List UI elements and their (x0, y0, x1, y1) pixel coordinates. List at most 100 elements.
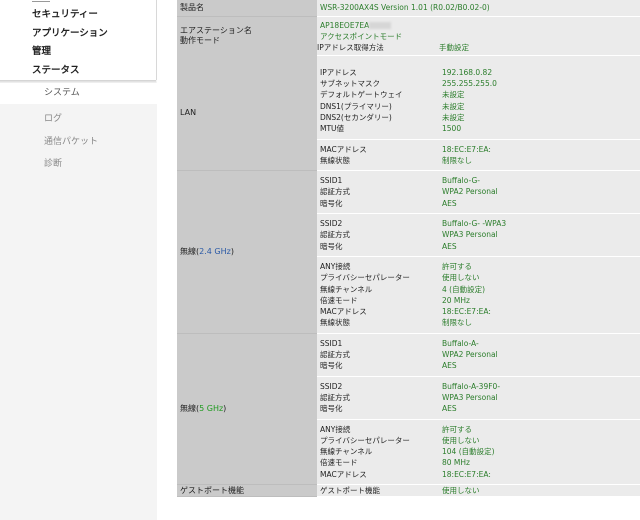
guest-label: ゲストポート機能 (177, 484, 317, 498)
table-row-product: 製品名 WSR-3200AX4S Version 1.01 (R0.02/B0.… (177, 0, 640, 17)
lan-values: IPアドレス 192.168.0.82 サブネットマスク 255.255.255.0 デ… (317, 55, 640, 172)
table-row-station: エアステーション名 動作モード AP18EOE7EA アクセスポイントモード I… (177, 16, 640, 56)
field-key: 認証方式 (320, 350, 350, 360)
field-value: 80 MHz (442, 458, 470, 468)
guest-rows: ゲストポート機能 使用しない (317, 485, 640, 496)
field-key: 暗号化 (320, 241, 343, 251)
field-key: ANY接続 (320, 424, 351, 434)
field-value: WPA2 Personal (442, 187, 498, 197)
field-key: IPアドレス (320, 67, 357, 77)
field-value: Buffalo-A-39F0- (442, 381, 501, 391)
field-key: プライバシーセパレーター (320, 435, 410, 445)
field-value: AES (442, 198, 457, 208)
field-value: 未設定 (442, 101, 465, 111)
row-value: AP18EOE7EA アクセスポイントモード IPアドレス取得方法 手動設定 (317, 16, 640, 56)
field-value: 192.168.0.82 (442, 67, 493, 77)
field-key: 暗号化 (320, 198, 343, 208)
w24-values: SSID1 Buffalo-G- 認証方式 WPA2 Personal 暗号化 AES S… (317, 170, 640, 334)
field-value: 使用しない (442, 273, 480, 283)
w24-ssid1: SSID1 Buffalo-G- 認証方式 WPA2 Personal 暗号化 AES (317, 171, 640, 215)
w24-ssid2: SSID2 Buffalo-G- -WPA3 認証方式 WPA3 Personal 暗号… (317, 214, 640, 257)
sidebar-shadow (0, 80, 156, 83)
field-value: WPA3 Personal (442, 230, 498, 240)
field-key: 無線状態 (320, 318, 350, 328)
field-key: デフォルトゲートウェイ (320, 90, 403, 100)
field-value: 18:EC:E7:EA: (442, 144, 491, 154)
sidebar-subitem-diagnosis[interactable]: 診断 (0, 153, 157, 176)
field-value: 制限なし (442, 155, 472, 165)
redaction (369, 22, 392, 29)
field-value: 20 MHz (442, 295, 470, 305)
field-key: 倍速モード (320, 295, 358, 305)
field-key: 無線状態 (320, 155, 350, 165)
mode-label: 動作モード (180, 35, 220, 45)
table-row-guest: ゲストポート機能 ゲストポート機能 使用しない (177, 484, 640, 498)
field-key: MTU値 (320, 124, 345, 134)
field-value: AES (442, 361, 457, 371)
w24-common: ANY接続 許可する プライバシーセパレーター 使用しない 無線チャンネル 4 (自動設定… (317, 257, 640, 333)
field-key: SSID2 (320, 381, 343, 391)
field-key: 暗号化 (320, 361, 343, 371)
field-value: 許可する (442, 261, 472, 271)
row-label: 製品名 (177, 0, 317, 17)
sidebar-subitem-log[interactable]: ログ (0, 108, 157, 131)
field-key: サブネットマスク (320, 79, 380, 89)
table-row-wireless-5: 無線(5 GHz) SSID1 Buffalo-A- 認証方式 WPA2 Person… (177, 333, 640, 486)
field-value: Buffalo-A- (442, 338, 479, 348)
lan-group-1: IPアドレス 192.168.0.82 サブネットマスク 255.255.255.0 デ… (317, 56, 640, 140)
sidebar-subitem-packets[interactable]: 通信パケット (0, 131, 157, 154)
field-key: 認証方式 (320, 187, 350, 197)
row-value: WSR-3200AX4S Version 1.01 (R0.02/B0.02-0… (317, 0, 640, 17)
lan-label: LAN (177, 55, 317, 172)
ip-method-row: IPアドレス取得方法 手動設定 (317, 42, 640, 53)
field-value: Buffalo-G- (442, 176, 480, 186)
field-key: MACアドレス (320, 144, 367, 154)
station-value: AP18EOE7EA (317, 20, 640, 31)
status-table: 製品名 WSR-3200AX4S Version 1.01 (R0.02/B0.… (177, 0, 640, 498)
field-key: 無線チャンネル (320, 447, 373, 457)
table-row-wireless-24: 無線(2.4 GHz) SSID1 Buffalo-G- 認証方式 WPA2 Pers… (177, 170, 640, 334)
w5-ssid1: SSID1 Buffalo-A- 認証方式 WPA2 Personal 暗号化 AES (317, 334, 640, 377)
field-value: 使用しない (442, 435, 480, 445)
table-row-lan: LAN IPアドレス 192.168.0.82 サブネットマスク 255.255.25… (177, 55, 640, 172)
sidebar-item-admin[interactable]: 管理 (0, 43, 156, 62)
mode-value: アクセスポイントモード (320, 31, 403, 41)
sidebar-item-security[interactable]: セキュリティー (0, 6, 156, 25)
field-key: 認証方式 (320, 392, 350, 402)
field-value: 4 (自動設定) (442, 284, 486, 294)
sidebar-item-application[interactable]: アプリケーション (0, 25, 156, 44)
w24-label: 無線(2.4 GHz) (177, 170, 317, 334)
field-value: AES (442, 404, 457, 414)
w5-ssid2: SSID2 Buffalo-A-39F0- 認証方式 WPA3 Personal 暗号化… (317, 377, 640, 420)
row-label: エアステーション名 動作モード (177, 16, 317, 56)
field-value: WPA3 Personal (442, 392, 498, 402)
field-key: 暗号化 (320, 404, 343, 414)
sidebar-item-status[interactable]: ステータス (0, 62, 156, 81)
field-value: WPA2 Personal (442, 350, 498, 360)
field-key: MACアドレス (320, 469, 367, 479)
field-value: 18:EC:E7:EA: (442, 469, 491, 479)
sidebar-divider (0, 0, 156, 6)
field-key: ゲストポート機能 (320, 486, 380, 495)
ip-method-value: 手動設定 (439, 42, 469, 52)
field-value: 未設定 (442, 90, 465, 100)
field-value: 104 (自動設定) (442, 447, 495, 457)
field-value: AES (442, 241, 457, 251)
w5-label: 無線(5 GHz) (177, 333, 317, 486)
field-value: 未設定 (442, 112, 465, 122)
sidebar-subitem-system[interactable]: システム (0, 83, 157, 104)
field-key: 認証方式 (320, 230, 350, 240)
w5-values: SSID1 Buffalo-A- 認証方式 WPA2 Personal 暗号化 AES S… (317, 333, 640, 486)
field-key: DNS2(セカンダリー) (320, 112, 392, 122)
main-content: 製品名 WSR-3200AX4S Version 1.01 (R0.02/B0.… (157, 0, 640, 520)
field-key: 倍速モード (320, 458, 358, 468)
field-key: MACアドレス (320, 307, 367, 317)
field-value: 制限なし (442, 318, 472, 328)
field-value: 許可する (442, 424, 472, 434)
field-value: 1500 (442, 124, 462, 134)
field-value: 使用しない (442, 486, 480, 495)
field-key: プライバシーセパレーター (320, 273, 410, 283)
field-key: SSID2 (320, 219, 343, 229)
field-value: 18:EC:E7:EA: (442, 307, 491, 317)
sidebar: セキュリティー アプリケーション 管理 ステータス システム ログ 通信パケット… (0, 0, 157, 520)
